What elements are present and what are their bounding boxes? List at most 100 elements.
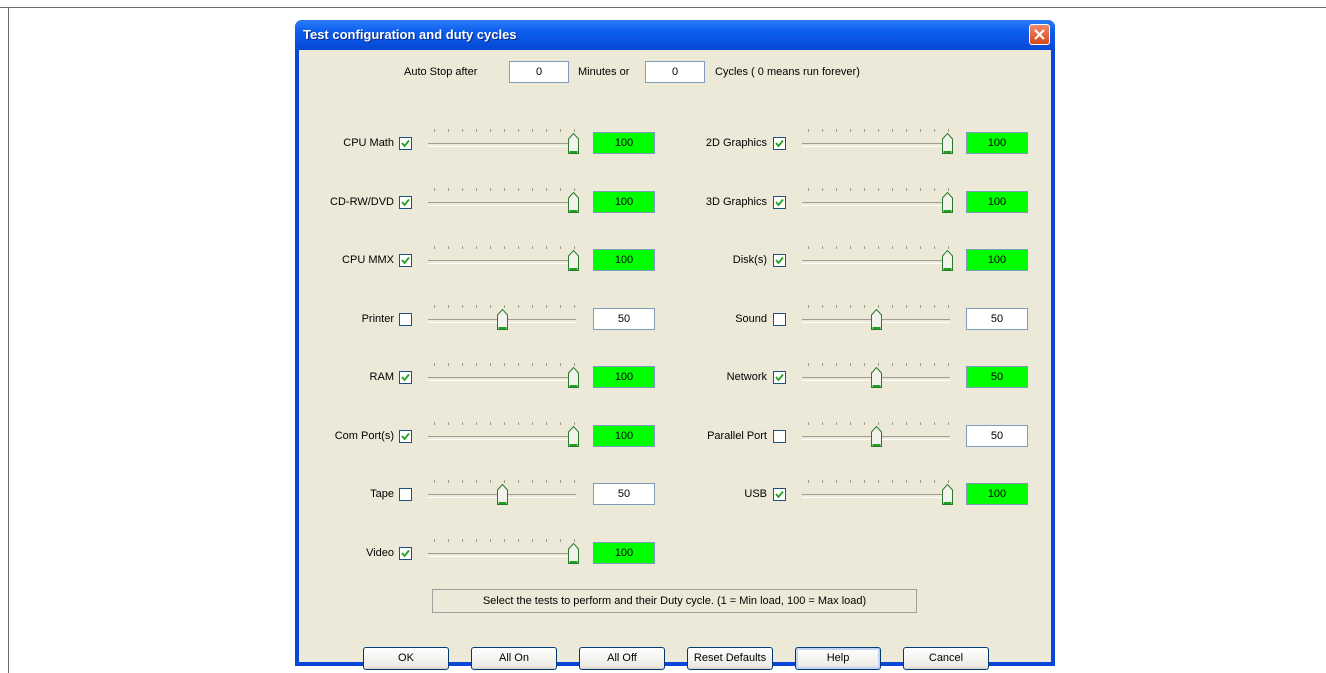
duty-cycle-slider[interactable] <box>800 123 953 157</box>
duty-cycle-value[interactable]: 100 <box>966 191 1028 213</box>
slider-thumb[interactable] <box>942 249 953 271</box>
slider-tick <box>920 363 921 366</box>
test-checkbox[interactable] <box>399 196 412 209</box>
slider-tick <box>532 305 533 308</box>
slider-tick <box>462 539 463 542</box>
test-label: Disk(s) <box>732 254 767 266</box>
duty-cycle-value[interactable]: 50 <box>966 308 1028 330</box>
duty-cycle-value[interactable]: 50 <box>966 366 1028 388</box>
duty-cycle-value[interactable]: 100 <box>593 542 655 564</box>
duty-cycle-value[interactable]: 100 <box>593 249 655 271</box>
slider-track <box>428 377 576 381</box>
test-checkbox[interactable] <box>773 196 786 209</box>
slider-tick <box>476 422 477 425</box>
duty-cycle-value[interactable]: 100 <box>593 425 655 447</box>
test-label: Video <box>366 547 394 559</box>
slider-thumb[interactable] <box>568 132 579 154</box>
slider-tick <box>532 422 533 425</box>
test-label: Printer <box>361 313 394 325</box>
slider-tick <box>808 422 809 425</box>
test-checkbox[interactable] <box>399 430 412 443</box>
duty-cycle-slider[interactable] <box>426 474 578 508</box>
all-on-button[interactable]: All On <box>471 647 557 670</box>
minutes-input[interactable]: 0 <box>509 61 569 83</box>
slider-tick <box>476 129 477 132</box>
slider-tick <box>892 363 893 366</box>
close-button[interactable] <box>1029 24 1050 45</box>
slider-thumb[interactable] <box>568 191 579 213</box>
all-off-button[interactable]: All Off <box>579 647 665 670</box>
duty-cycle-slider[interactable] <box>800 182 953 216</box>
duty-cycle-value[interactable]: 100 <box>593 191 655 213</box>
checkmark-icon <box>401 198 410 207</box>
slider-tick <box>878 188 879 191</box>
duty-cycle-slider[interactable] <box>426 240 579 274</box>
test-checkbox[interactable] <box>773 430 786 443</box>
duty-cycle-value[interactable]: 100 <box>593 132 655 154</box>
duty-cycle-value[interactable]: 50 <box>593 483 655 505</box>
slider-thumb[interactable] <box>497 483 508 505</box>
slider-thumb[interactable] <box>568 366 579 388</box>
test-checkbox[interactable] <box>399 254 412 267</box>
duty-cycle-slider[interactable] <box>800 240 953 274</box>
duty-cycle-value[interactable]: 100 <box>966 132 1028 154</box>
slider-thumb[interactable] <box>871 425 882 447</box>
duty-cycle-slider[interactable] <box>800 299 952 333</box>
slider-tick <box>822 129 823 132</box>
slider-thumb[interactable] <box>871 366 882 388</box>
slider-thumb[interactable] <box>568 425 579 447</box>
duty-cycle-slider[interactable] <box>426 299 578 333</box>
slider-tick <box>920 305 921 308</box>
slider-tick <box>822 363 823 366</box>
duty-cycle-slider[interactable] <box>426 533 579 567</box>
test-checkbox[interactable] <box>773 371 786 384</box>
slider-tick <box>864 305 865 308</box>
reset-defaults-button[interactable]: Reset Defaults <box>687 647 773 670</box>
test-checkbox[interactable] <box>773 313 786 326</box>
slider-tick <box>504 188 505 191</box>
slider-tick <box>518 363 519 366</box>
slider-tick <box>518 246 519 249</box>
help-button[interactable]: Help <box>795 647 881 670</box>
test-checkbox[interactable] <box>399 137 412 150</box>
slider-tick <box>836 188 837 191</box>
cancel-button[interactable]: Cancel <box>903 647 989 670</box>
duty-cycle-value[interactable]: 100 <box>966 483 1028 505</box>
slider-tick <box>574 539 575 542</box>
close-icon <box>1034 29 1045 40</box>
test-checkbox[interactable] <box>773 488 786 501</box>
cycles-input[interactable]: 0 <box>645 61 705 83</box>
test-checkbox[interactable] <box>399 313 412 326</box>
slider-thumb[interactable] <box>568 249 579 271</box>
ok-button[interactable]: OK <box>363 647 449 670</box>
title-bar[interactable]: Test configuration and duty cycles <box>295 20 1055 50</box>
test-checkbox[interactable] <box>399 488 412 501</box>
duty-cycle-slider[interactable] <box>426 416 579 450</box>
duty-cycle-slider[interactable] <box>426 357 579 391</box>
test-checkbox[interactable] <box>773 254 786 267</box>
slider-thumb[interactable] <box>871 308 882 330</box>
duty-cycle-value[interactable]: 50 <box>593 308 655 330</box>
slider-tick <box>948 129 949 132</box>
duty-cycle-slider[interactable] <box>426 123 579 157</box>
duty-cycle-slider[interactable] <box>800 416 952 450</box>
slider-thumb[interactable] <box>942 132 953 154</box>
slider-tick <box>808 246 809 249</box>
slider-thumb[interactable] <box>497 308 508 330</box>
test-checkbox[interactable] <box>399 547 412 560</box>
duty-cycle-value[interactable]: 50 <box>966 425 1028 447</box>
duty-cycle-slider[interactable] <box>800 357 952 391</box>
slider-tick <box>504 305 505 308</box>
duty-cycle-slider[interactable] <box>426 182 579 216</box>
slider-thumb[interactable] <box>942 191 953 213</box>
test-checkbox[interactable] <box>399 371 412 384</box>
slider-tick <box>934 422 935 425</box>
duty-cycle-value[interactable]: 100 <box>593 366 655 388</box>
duty-cycle-slider[interactable] <box>800 474 953 508</box>
slider-tick <box>546 246 547 249</box>
slider-tick <box>906 129 907 132</box>
test-checkbox[interactable] <box>773 137 786 150</box>
slider-thumb[interactable] <box>568 542 579 564</box>
slider-thumb[interactable] <box>942 483 953 505</box>
duty-cycle-value[interactable]: 100 <box>966 249 1028 271</box>
